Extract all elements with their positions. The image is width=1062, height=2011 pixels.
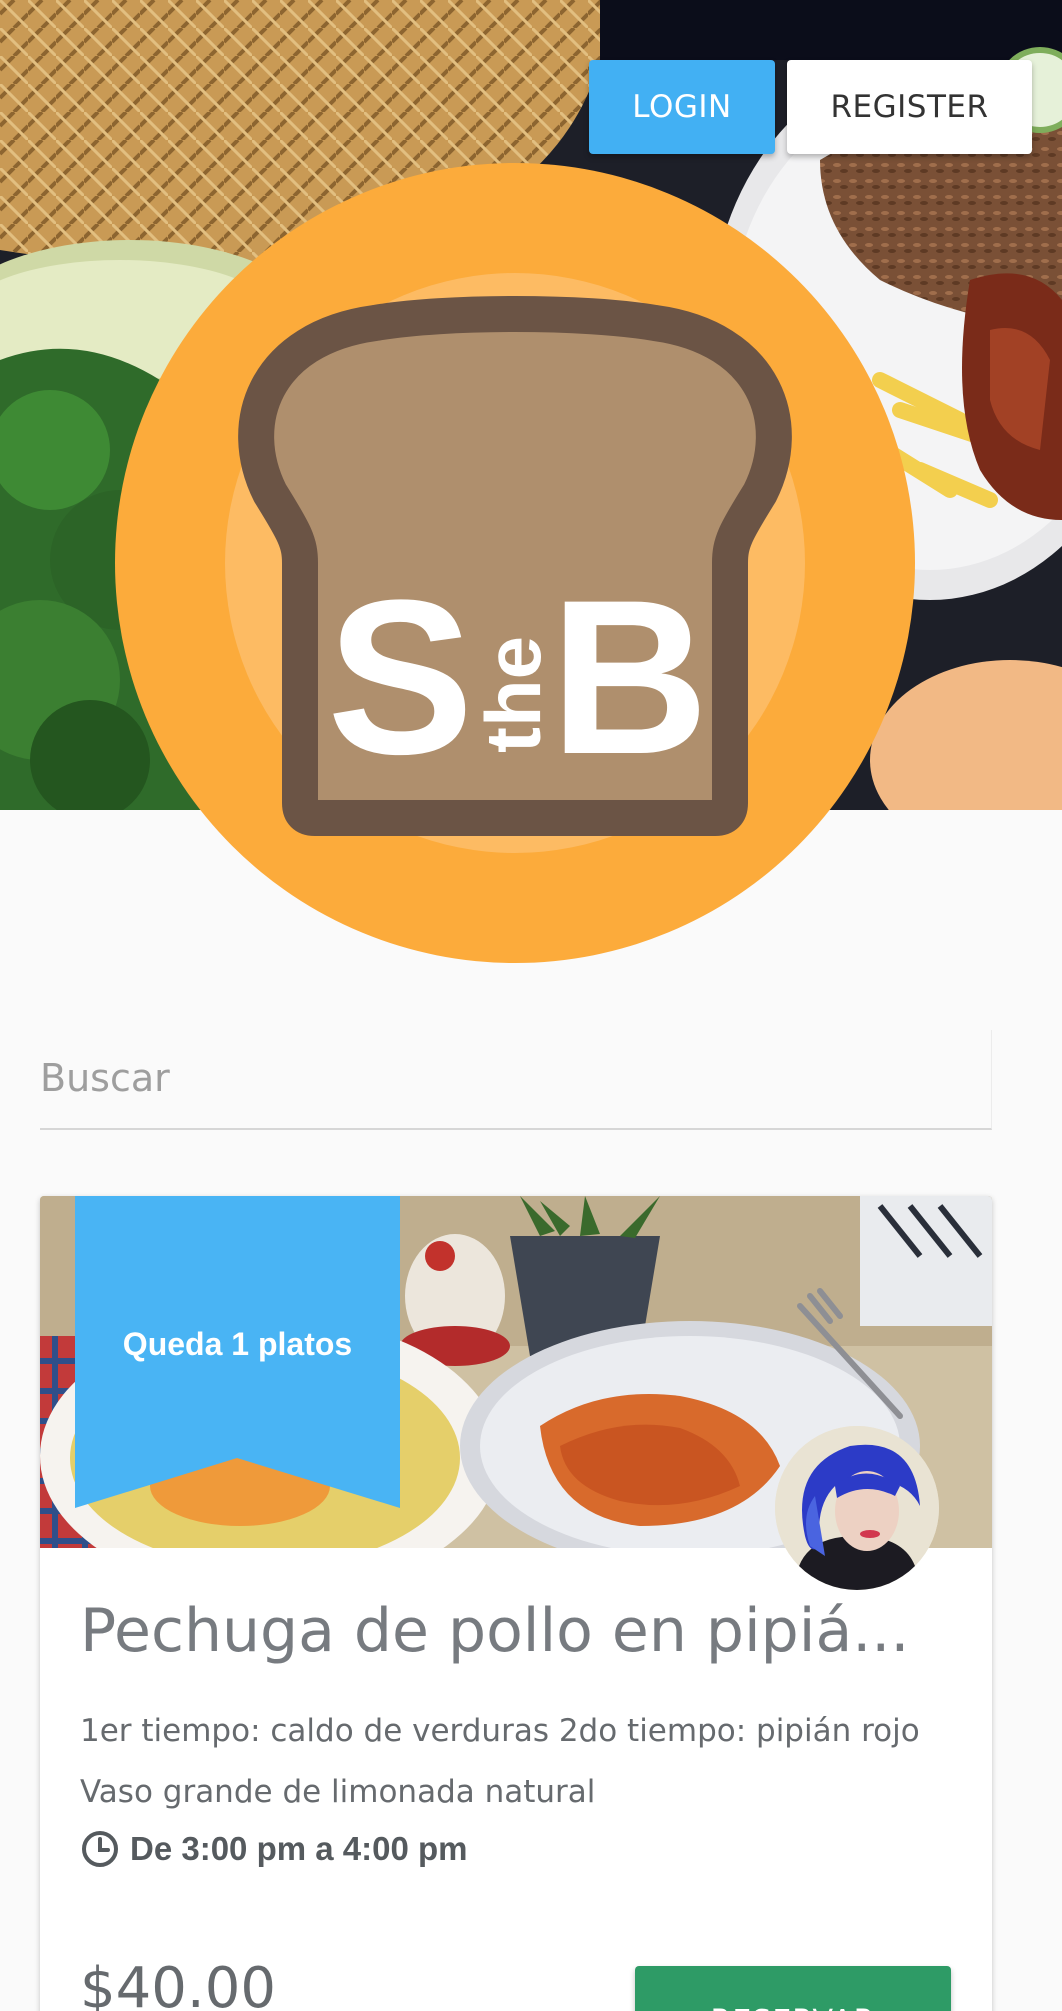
- login-button[interactable]: LOGIN: [589, 60, 775, 154]
- meal-title[interactable]: Pechuga de pollo en pipiá...: [80, 1596, 960, 1666]
- meal-price: $40.00: [80, 1956, 276, 2011]
- clock-icon: [82, 1831, 118, 1867]
- logo-letter-b: B: [550, 554, 709, 800]
- register-button[interactable]: REGISTER: [787, 60, 1032, 154]
- servings-left-badge: Queda 1 platos: [122, 1326, 353, 1362]
- logo-letter-s: S: [327, 554, 474, 800]
- search-input[interactable]: [40, 1048, 970, 1108]
- search-field: [40, 1030, 992, 1130]
- bread-slice-logo-icon: S the B: [115, 163, 915, 963]
- time-text: De 3:00 pm a 4:00 pm: [130, 1830, 468, 1867]
- logo: S the B: [115, 163, 915, 963]
- logo-word-the: the: [469, 636, 557, 753]
- meal-description: 1er tiempo: caldo de verduras 2do tiempo…: [80, 1713, 920, 1810]
- reserve-button[interactable]: RESERVAR: [635, 1966, 951, 2011]
- time-range: De 3:00 pm a 4:00 pm: [80, 1824, 467, 1874]
- meal-card[interactable]: Queda 1 platos Pechuga de pollo en pipiá…: [40, 1196, 992, 2011]
- chef-avatar[interactable]: [775, 1426, 939, 1590]
- page: LOGIN REGISTER S the B Buscar Queda 1 pl…: [0, 0, 1062, 2011]
